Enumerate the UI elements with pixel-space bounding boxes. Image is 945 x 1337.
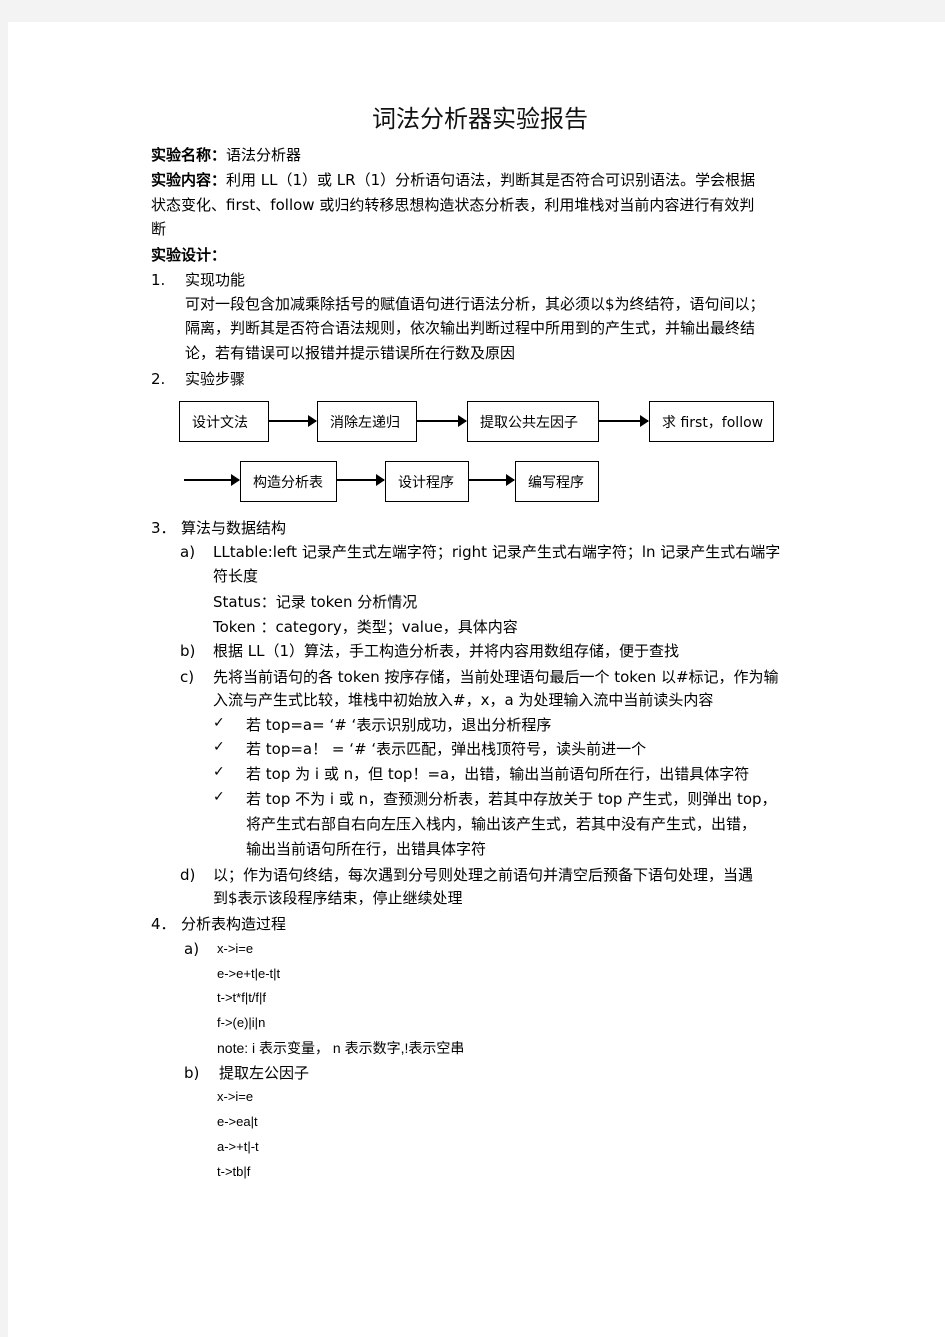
check-item-text: 将产生式右部自右向左压入栈内，输出该产生式，若其中没有产生式，出错， bbox=[246, 815, 757, 833]
section2-heading: 实验步骤 bbox=[185, 370, 246, 388]
section4-heading: 分析表构造过程 bbox=[181, 915, 287, 933]
section3-status-text: Status：记录 token 分析情况 bbox=[213, 593, 418, 611]
section1-heading: 实现功能 bbox=[185, 271, 246, 289]
flow-step-left-factoring: 提取公共左因子 bbox=[467, 401, 599, 442]
flow-step-eliminate-left-recursion: 消除左递归 bbox=[317, 401, 417, 442]
experiment-name-value: 语法分析器 bbox=[226, 146, 302, 164]
list-marker: a) bbox=[180, 543, 196, 561]
section1-text: 论，若有错误可以报错并提示错误所在行数及原因 bbox=[185, 344, 516, 362]
flow-step-design-grammar: 设计文法 bbox=[179, 401, 269, 442]
section3-heading: 算法与数据结构 bbox=[181, 519, 287, 537]
grammar-rule: t->tb|f bbox=[217, 1164, 251, 1179]
section3-token-text: Token ：category，类型；value，具体内容 bbox=[213, 618, 518, 636]
section3-c-text: 先将当前语句的各 token 按序存储，当前处理语句最后一个 token 以#标… bbox=[213, 668, 779, 686]
grammar-rule: e->ea|t bbox=[217, 1114, 258, 1129]
check-item-text: 若 top=a！ = ‘# ‘表示匹配，弹出栈顶符号，读头前进一个 bbox=[246, 740, 647, 758]
list-marker: d) bbox=[180, 866, 196, 884]
list-marker: a) bbox=[184, 940, 200, 958]
check-icon: ✓ bbox=[213, 789, 225, 805]
flow-arrow bbox=[469, 474, 515, 486]
check-item-text: 输出当前语句所在行，出错具体字符 bbox=[246, 840, 487, 858]
flow-arrow bbox=[599, 415, 649, 427]
check-icon: ✓ bbox=[213, 739, 225, 755]
experiment-content-text: 状态变化、first、follow 或归约转移思想构造状态分析表，利用堆栈对当前… bbox=[151, 196, 755, 214]
list-marker: c) bbox=[180, 668, 195, 686]
list-marker: b) bbox=[184, 1064, 200, 1082]
check-icon: ✓ bbox=[213, 715, 225, 731]
experiment-name-label: 实验名称： bbox=[151, 146, 227, 164]
section4-b-heading: 提取左公因子 bbox=[219, 1064, 310, 1082]
flow-arrow bbox=[337, 474, 385, 486]
grammar-rule: a->+t|-t bbox=[217, 1139, 259, 1154]
experiment-content-label: 实验内容： bbox=[151, 171, 227, 189]
grammar-rule: x->i=e bbox=[217, 1089, 254, 1104]
check-icon: ✓ bbox=[213, 764, 225, 780]
section3-a-text: 符长度 bbox=[213, 567, 259, 585]
flow-arrow bbox=[184, 474, 240, 486]
grammar-rule: x->i=e bbox=[217, 941, 254, 956]
flow-arrow bbox=[417, 415, 467, 427]
experiment-content-text: 利用 LL（1）或 LR（1）分析语句语法，判断其是否符合可识别语法。学会根据 bbox=[226, 171, 756, 189]
section1-text: 隔离，判断其是否符合语法规则，依次输出判断过程中所用到的产生式，并输出最终结 bbox=[185, 319, 756, 337]
grammar-rule: e->e+t|e-t|t bbox=[217, 966, 281, 981]
section3-d-text: 到$表示该段程序结束，停止继续处理 bbox=[213, 889, 463, 907]
flow-step-write-program: 编写程序 bbox=[515, 461, 599, 502]
flow-step-design-program: 设计程序 bbox=[385, 461, 469, 502]
experiment-content-line: 实验内容：利用 LL（1）或 LR（1）分析语句语法，判断其是否符合可识别语法。… bbox=[151, 170, 755, 190]
section3-b-text: 根据 LL（1）算法，手工构造分析表，并将内容用数组存储，便于查找 bbox=[213, 642, 680, 660]
list-marker: b) bbox=[180, 642, 196, 660]
check-item-text: 若 top 为 i 或 n，但 top！=a，出错，输出当前语句所在行，出错具体… bbox=[246, 765, 750, 783]
section4-number: 4． bbox=[151, 915, 176, 933]
section3-d-text: 以；作为语句终结，每次遇到分号则处理之前语句并清空后预备下语句处理，当遇 bbox=[213, 866, 754, 884]
experiment-name-line: 实验名称：语法分析器 bbox=[151, 145, 301, 165]
grammar-note: note: i 表示变量， n 表示数字,!表示空串 bbox=[217, 1040, 465, 1056]
experiment-content-text: 断 bbox=[151, 220, 167, 238]
flow-step-first-follow: 求 first，follow bbox=[649, 401, 774, 442]
experiment-design-label: 实验设计： bbox=[151, 246, 227, 264]
grammar-rule: f->(e)|i|n bbox=[217, 1015, 266, 1030]
section1-number: 1. bbox=[151, 271, 166, 289]
section3-c-text: 入流与产生式比较，堆栈中初始放入#，x，a 为处理输入流中当前读头内容 bbox=[213, 691, 714, 709]
check-item-text: 若 top 不为 i 或 n，查预测分析表，若其中存放关于 top 产生式，则弹… bbox=[246, 790, 777, 808]
section1-text: 可对一段包含加减乘除括号的赋值语句进行语法分析，其必须以$为终结符，语句间以； bbox=[185, 295, 765, 313]
section2-number: 2. bbox=[151, 370, 166, 388]
section3-a-text: LLtable:left 记录产生式左端字符；right 记录产生式右端字符；l… bbox=[213, 543, 781, 561]
flow-arrow bbox=[269, 415, 317, 427]
section3-number: 3． bbox=[151, 519, 176, 537]
grammar-rule: t->t*f|t/f|f bbox=[217, 990, 267, 1005]
check-item-text: 若 top=a= ‘# ‘表示识别成功，退出分析程序 bbox=[246, 716, 552, 734]
document-title: 词法分析器实验报告 bbox=[372, 105, 588, 133]
flow-step-build-table: 构造分析表 bbox=[240, 461, 337, 502]
